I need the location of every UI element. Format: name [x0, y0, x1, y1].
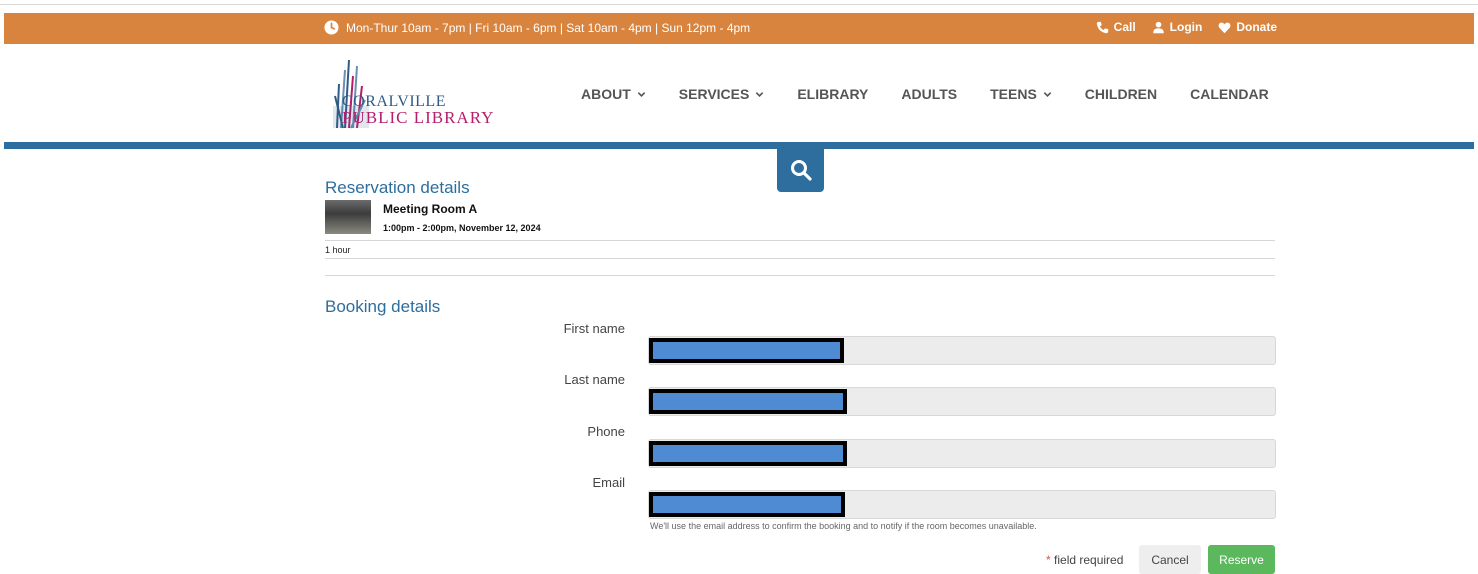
chevron-down-icon: [756, 91, 764, 97]
chevron-down-icon: [1043, 91, 1052, 97]
user-icon: [1152, 21, 1164, 33]
email-help-text: We'll use the email address to confirm t…: [650, 521, 1037, 531]
divider: [325, 240, 1275, 241]
nav-adults[interactable]: ADULTS: [901, 86, 957, 102]
first-name-input[interactable]: [648, 336, 1276, 365]
booking-title: Booking details: [325, 297, 441, 316]
email-label: Email: [592, 475, 625, 490]
redaction-box: [649, 441, 847, 466]
required-text: field required: [1054, 553, 1124, 567]
logo-line2: PUBLIC LIBRARY: [342, 108, 495, 127]
hours-info: Mon-Thur 10am - 7pm | Fri 10am - 6pm | S…: [324, 20, 750, 35]
required-note: * field required: [1046, 553, 1123, 567]
required-star: *: [1046, 553, 1051, 567]
phone-input[interactable]: [648, 439, 1276, 468]
call-label: Call: [1113, 20, 1136, 34]
clock-icon: [324, 20, 339, 35]
reserve-button[interactable]: Reserve: [1208, 545, 1275, 574]
nav-calendar[interactable]: CALENDAR: [1190, 86, 1269, 102]
nav-about-label: ABOUT: [581, 86, 631, 102]
chevron-down-icon: [637, 91, 646, 97]
reservation-title: Reservation details: [325, 178, 470, 197]
first-name-label: First name: [563, 321, 625, 336]
top-info-bar: Mon-Thur 10am - 7pm | Fri 10am - 6pm | S…: [4, 13, 1474, 44]
nav-about[interactable]: ABOUT: [581, 86, 646, 102]
divider: [325, 258, 1275, 259]
header-divider: [4, 142, 1474, 149]
room-time: 1:00pm - 2:00pm, November 12, 2024: [383, 223, 541, 233]
redaction-box: [649, 338, 844, 363]
login-link[interactable]: Login: [1152, 20, 1203, 34]
library-logo[interactable]: CORALVILLE PUBLIC LIBRARY: [331, 56, 521, 130]
nav-teens[interactable]: TEENS: [990, 86, 1052, 102]
nav-children-label: CHILDREN: [1084, 86, 1158, 102]
search-button[interactable]: [777, 148, 824, 192]
room-thumbnail: [325, 200, 371, 234]
top-border: [0, 0, 1478, 5]
nav-services[interactable]: SERVICES: [679, 86, 765, 102]
email-input[interactable]: [648, 490, 1276, 519]
phone-icon: [1096, 21, 1108, 33]
nav-teens-label: TEENS: [990, 86, 1037, 102]
search-icon: [790, 160, 812, 181]
heart-icon: [1218, 22, 1231, 33]
nav-calendar-label: CALENDAR: [1190, 86, 1269, 102]
redaction-box: [649, 492, 845, 517]
divider: [325, 275, 1275, 276]
hours-text: Mon-Thur 10am - 7pm | Fri 10am - 6pm | S…: [346, 20, 751, 35]
main-nav: ABOUT SERVICES ELIBRARY ADULTS TEENS CHI…: [581, 86, 1269, 102]
nav-elibrary-label: ELIBRARY: [797, 86, 869, 102]
booking-duration: 1 hour: [325, 245, 351, 255]
nav-services-label: SERVICES: [678, 86, 750, 102]
utility-links: Call Login Donate: [1096, 20, 1277, 34]
redaction-box: [649, 389, 847, 414]
nav-elibrary[interactable]: ELIBRARY: [797, 86, 868, 102]
login-label: Login: [1169, 20, 1203, 34]
last-name-label: Last name: [564, 372, 625, 387]
room-name: Meeting Room A: [383, 202, 478, 216]
donate-link[interactable]: Donate: [1218, 20, 1277, 34]
phone-label: Phone: [587, 424, 625, 439]
nav-adults-label: ADULTS: [901, 86, 958, 102]
last-name-input[interactable]: [648, 387, 1276, 416]
cancel-button[interactable]: Cancel: [1139, 545, 1201, 574]
call-link[interactable]: Call: [1096, 20, 1136, 34]
nav-children[interactable]: CHILDREN: [1085, 86, 1157, 102]
donate-label: Donate: [1236, 20, 1277, 34]
